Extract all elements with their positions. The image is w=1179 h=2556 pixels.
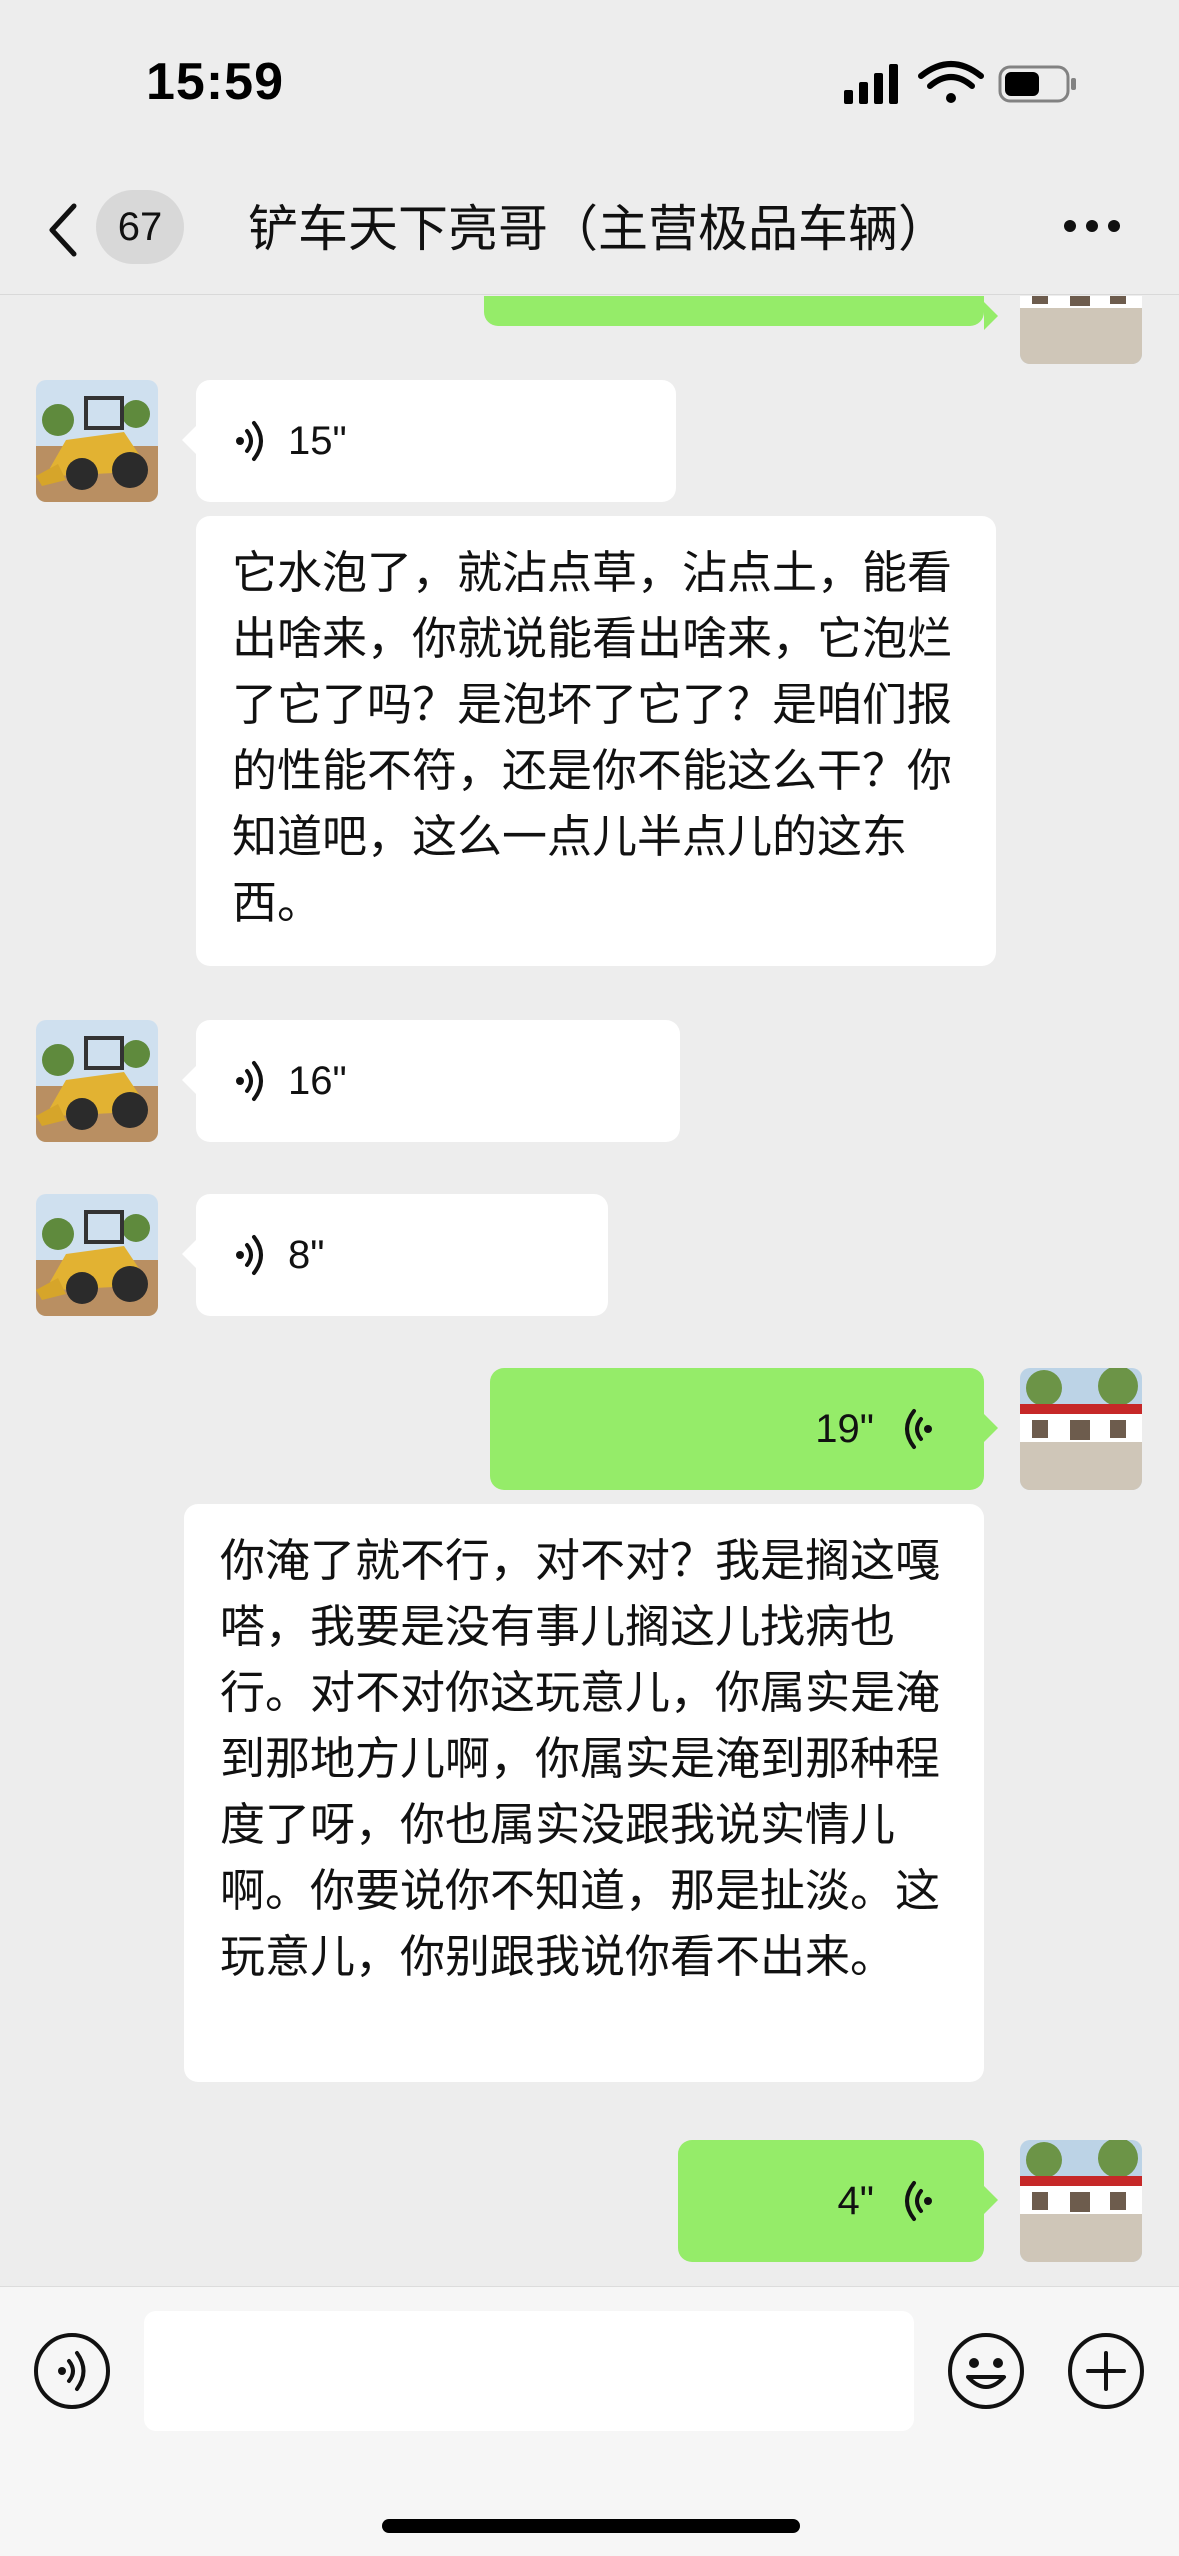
status-icons bbox=[842, 60, 1082, 110]
transcript-text: 它水泡了，就沾点草，沾点土，能看出啥来，你就说能看出啥来，它泡烂了它了吗？是泡坏… bbox=[232, 546, 953, 929]
transcript-text: 你淹了就不行，对不对？我是搁这嘎嗒，我要是没有事儿搁这儿找病也行。对不对你这玩意… bbox=[220, 1534, 941, 1983]
voice-wave-icon bbox=[236, 421, 263, 461]
input-bar bbox=[0, 2286, 1179, 2556]
status-time: 15:59 bbox=[146, 53, 284, 111]
my-avatar[interactable] bbox=[1020, 296, 1142, 364]
voice-mode-button[interactable] bbox=[32, 2331, 112, 2411]
voice-message[interactable]: 8" bbox=[182, 1194, 608, 1316]
voice-transcript[interactable]: 它水泡了，就沾点草，沾点土，能看出啥来，你就说能看出啥来，它泡烂了它了吗？是泡坏… bbox=[196, 516, 996, 966]
status-bar: 15:59 bbox=[0, 0, 1179, 170]
more-actions-button[interactable] bbox=[1066, 2331, 1146, 2411]
back-button[interactable] bbox=[44, 200, 84, 260]
emoji-icon bbox=[948, 2333, 1024, 2409]
my-avatar[interactable] bbox=[1020, 1368, 1142, 1490]
voice-duration: 15" bbox=[288, 418, 347, 463]
message-bubble-outgoing-partial[interactable] bbox=[484, 296, 998, 330]
voice-duration: 4" bbox=[837, 2178, 874, 2223]
message-list[interactable]: 15" 它水泡了，就沾点草，沾点土，能看出啥来，你就说能看出啥来，它泡烂了它了吗… bbox=[0, 296, 1179, 2286]
voice-duration: 19" bbox=[815, 1406, 874, 1451]
cellular-signal-icon bbox=[844, 64, 898, 104]
plus-icon bbox=[1068, 2333, 1144, 2409]
emoji-button[interactable] bbox=[946, 2331, 1026, 2411]
more-button[interactable] bbox=[1062, 216, 1122, 236]
my-avatar[interactable] bbox=[1020, 2140, 1142, 2262]
voice-duration: 8" bbox=[288, 1232, 325, 1277]
chat-title: 铲车天下亮哥（主营极品车辆） bbox=[248, 200, 948, 258]
voice-message-outgoing[interactable]: 19" bbox=[490, 1368, 998, 1490]
contact-avatar[interactable] bbox=[36, 1194, 158, 1316]
message-input[interactable] bbox=[144, 2311, 914, 2431]
contact-avatar[interactable] bbox=[36, 380, 158, 502]
voice-message[interactable]: 15" bbox=[182, 380, 676, 502]
battery-icon bbox=[998, 65, 1076, 103]
voice-wave-icon bbox=[905, 2181, 932, 2221]
voice-wave-icon bbox=[905, 1409, 932, 1449]
voice-mode-icon bbox=[34, 2333, 110, 2409]
voice-message-outgoing[interactable]: 4" bbox=[678, 2140, 998, 2262]
more-dots-icon bbox=[1064, 220, 1120, 232]
voice-message[interactable]: 16" bbox=[182, 1020, 680, 1142]
voice-wave-icon bbox=[236, 1061, 263, 1101]
contact-avatar[interactable] bbox=[36, 1020, 158, 1142]
wifi-icon bbox=[918, 61, 984, 103]
chevron-left-icon bbox=[49, 203, 77, 257]
voice-wave-icon bbox=[236, 1235, 263, 1275]
voice-transcript[interactable]: 你淹了就不行，对不对？我是搁这嘎嗒，我要是没有事儿搁这儿找病也行。对不对你这玩意… bbox=[184, 1504, 984, 2082]
chat-header: 67 铲车天下亮哥（主营极品车辆） bbox=[0, 170, 1179, 295]
unread-count-badge[interactable]: 67 bbox=[96, 190, 184, 264]
voice-duration: 16" bbox=[288, 1058, 347, 1103]
home-indicator bbox=[382, 2519, 800, 2533]
